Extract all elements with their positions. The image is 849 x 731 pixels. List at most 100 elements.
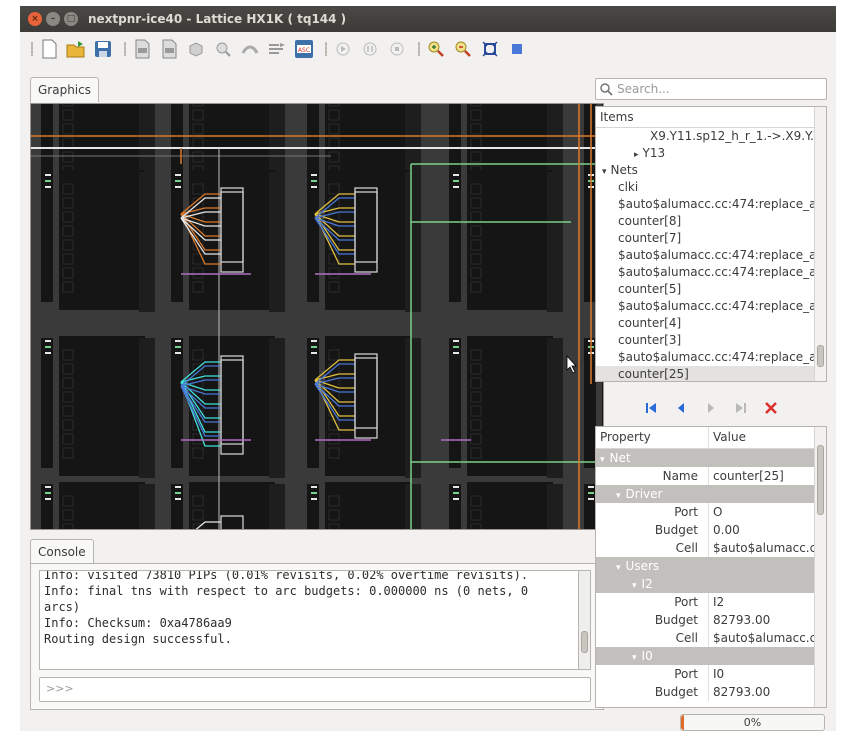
property-value: $auto$alumacc.cc...: [708, 629, 816, 647]
property-row[interactable]: Cell $auto$alumacc.cc...: [596, 629, 826, 647]
console-line: Info: visited 73810 PIPs (0.01% revisits…: [44, 570, 529, 582]
zoom-outbound-button[interactable]: [506, 38, 528, 60]
tree-item[interactable]: counter[8]: [596, 213, 826, 230]
tree-item[interactable]: $auto$alumacc.cc:474:replace_al...: [596, 196, 826, 213]
route-icon: [241, 45, 259, 54]
tile-column: [449, 484, 461, 529]
tile-column: [405, 338, 421, 478]
tile-mark: [453, 180, 459, 182]
tree-item[interactable]: clki: [596, 179, 826, 196]
console-scroll-thumb[interactable]: [581, 631, 588, 653]
tile-mark: [311, 346, 317, 348]
property-row[interactable]: Port I0: [596, 665, 826, 683]
tree-item[interactable]: counter[3]: [596, 332, 826, 349]
property-row[interactable]: Budget 0.00: [596, 521, 826, 539]
route-button[interactable]: [239, 38, 261, 60]
property-group-row[interactable]: ▾ Users: [596, 557, 826, 575]
tree-item[interactable]: counter[4]: [596, 315, 826, 332]
tree-item[interactable]: $auto$alumacc.cc:474:replace_al...: [596, 264, 826, 281]
tree-item[interactable]: $auto$alumacc.cc:474:replace_al...: [596, 349, 826, 366]
value-column-header[interactable]: Value: [708, 427, 816, 448]
tile-column: [547, 172, 563, 312]
zoom-outbound-icon: [512, 44, 522, 54]
property-row[interactable]: Port O: [596, 503, 826, 521]
expanded-arrow-icon[interactable]: ▾: [632, 581, 637, 591]
console-output[interactable]: Info: visited 73810 PIPs (0.01% revisits…: [39, 570, 579, 670]
nav-last-button[interactable]: [733, 400, 749, 416]
search-field[interactable]: Search...: [595, 78, 827, 100]
property-table-scrollbar[interactable]: [814, 427, 826, 707]
tile-column: [405, 484, 421, 529]
save-button[interactable]: [92, 38, 114, 60]
tree-item[interactable]: ▾ Nets: [596, 162, 826, 179]
expanded-arrow-icon[interactable]: ▾: [632, 653, 637, 663]
nav-forward-button[interactable]: [703, 400, 719, 416]
property-group-row[interactable]: ▾ I2: [596, 575, 826, 593]
fpga-graphics-canvas[interactable]: [30, 103, 604, 530]
tree-item[interactable]: counter[5]: [596, 281, 826, 298]
tile-column: [171, 484, 183, 529]
property-group-row[interactable]: ▾ Driver: [596, 485, 826, 503]
tab-graphics[interactable]: Graphics: [30, 77, 99, 102]
property-value: $auto$alumacc.cc...: [708, 539, 816, 557]
tile-column: [139, 172, 155, 312]
minimize-window-button[interactable]: –: [46, 12, 60, 26]
load-pcf-button[interactable]: [158, 38, 180, 60]
expanded-arrow-icon[interactable]: ▾: [602, 167, 607, 177]
nav-clear-button[interactable]: [763, 400, 779, 416]
close-window-button[interactable]: ×: [28, 12, 42, 26]
assign-budget-button[interactable]: [266, 38, 288, 60]
tile-mark: [45, 486, 51, 488]
zoom-in-button[interactable]: [425, 38, 447, 60]
property-group-row[interactable]: ▾ I0: [596, 647, 826, 665]
load-json-button[interactable]: [131, 38, 153, 60]
property-table[interactable]: Property Value ▾ Net Name counter[25] ▾ Drive…: [595, 426, 827, 708]
pause-button[interactable]: [359, 38, 381, 60]
items-tree[interactable]: Items X9.Y11.sp12_h_r_1.->.X9.Y... ▸ Y13 ▾ N…: [595, 106, 827, 382]
tree-item[interactable]: counter[7]: [596, 230, 826, 247]
property-row[interactable]: Cell $auto$alumacc.cc...: [596, 539, 826, 557]
expanded-arrow-icon[interactable]: ▾: [600, 455, 605, 465]
property-name: Budget: [654, 523, 698, 537]
property-row[interactable]: Budget 82793.00: [596, 611, 826, 629]
property-row[interactable]: Name counter[25]: [596, 467, 826, 485]
play-icon: [336, 42, 350, 56]
property-group-row[interactable]: ▾ Net: [596, 449, 826, 467]
property-column-header[interactable]: Property: [596, 427, 708, 448]
property-scroll-thumb[interactable]: [817, 445, 824, 515]
console-scrollbar[interactable]: [579, 570, 591, 670]
tree-item[interactable]: $auto$alumacc.cc:474:replace_al...: [596, 247, 826, 264]
toolbar-grip: [31, 42, 33, 56]
open-button[interactable]: [65, 38, 87, 60]
new-button[interactable]: [38, 38, 60, 60]
maximize-window-button[interactable]: □: [64, 12, 78, 26]
horizontal-splitter[interactable]: [30, 531, 604, 536]
tab-console[interactable]: Console: [30, 539, 94, 564]
pack-button[interactable]: [185, 38, 207, 60]
place-button[interactable]: [212, 38, 234, 60]
stop-icon: [390, 42, 404, 56]
property-row[interactable]: Budget 82793.00: [596, 683, 826, 701]
items-tree-scroll-thumb[interactable]: [817, 345, 824, 367]
expanded-arrow-icon[interactable]: ▾: [616, 491, 621, 501]
save-asc-button[interactable]: ASC: [293, 38, 315, 60]
tile-mark: [311, 486, 317, 488]
tree-item[interactable]: X9.Y11.sp12_h_r_1.->.X9.Y...: [596, 128, 826, 145]
nav-first-button[interactable]: [643, 400, 659, 416]
close-icon: ×: [31, 13, 39, 24]
tree-item[interactable]: counter[25]: [596, 366, 826, 381]
zoom-out-button[interactable]: [452, 38, 474, 60]
tree-item[interactable]: $auto$alumacc.cc:474:replace_al...: [596, 298, 826, 315]
nav-back-button[interactable]: [673, 400, 689, 416]
tile-mark: [45, 180, 51, 182]
stop-button[interactable]: [386, 38, 408, 60]
expanded-arrow-icon[interactable]: ▾: [616, 563, 621, 573]
items-tree-scrollbar[interactable]: [814, 107, 826, 381]
console-input[interactable]: >>>: [39, 677, 591, 702]
property-row[interactable]: Port I2: [596, 593, 826, 611]
collapsed-arrow-icon[interactable]: ▸: [634, 150, 639, 160]
fpga-layout-view[interactable]: [31, 104, 604, 530]
tree-item[interactable]: ▸ Y13: [596, 145, 826, 162]
play-button[interactable]: [332, 38, 354, 60]
zoom-fit-button[interactable]: [479, 38, 501, 60]
